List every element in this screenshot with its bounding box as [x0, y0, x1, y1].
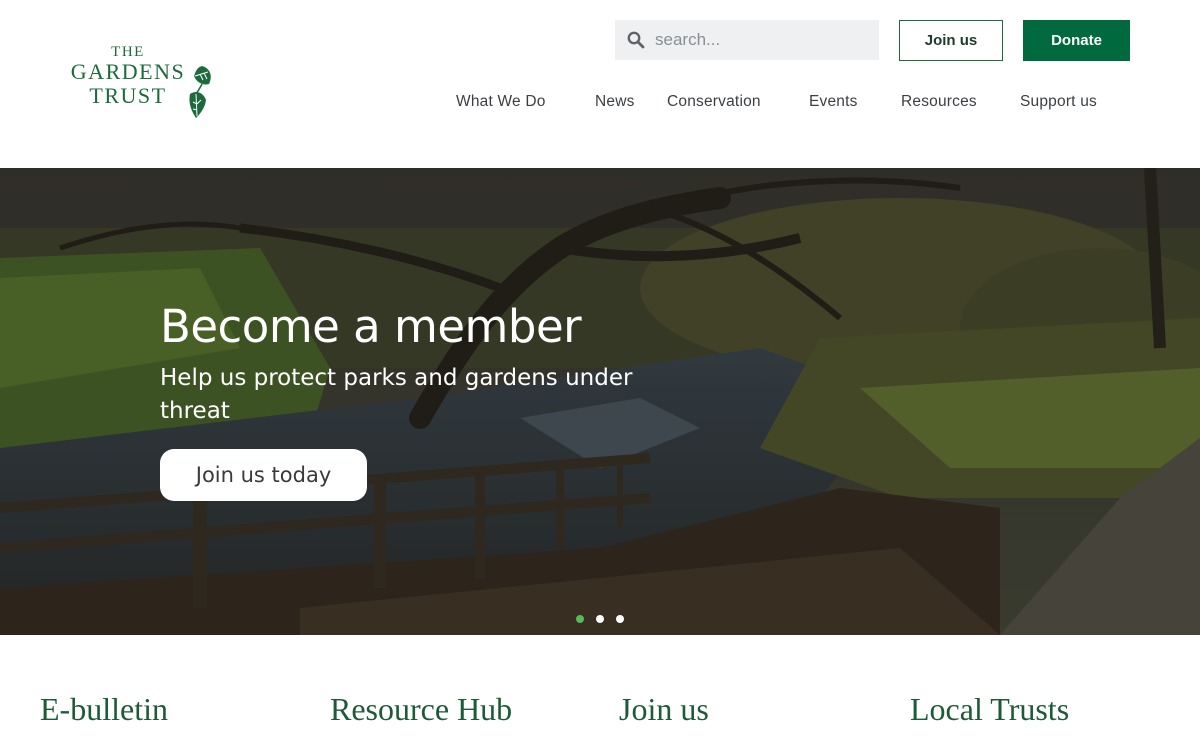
donate-button[interactable]: Donate	[1023, 20, 1130, 61]
logo-line-1: THE	[111, 44, 145, 60]
main-nav: What We Do News Conservation Events Reso…	[0, 93, 1200, 115]
nav-item-what-we-do[interactable]: What We Do	[456, 93, 546, 111]
slider-dot-2[interactable]	[596, 615, 604, 623]
join-us-today-button[interactable]: Join us today	[160, 449, 367, 501]
search-icon[interactable]	[627, 31, 645, 49]
card-title-local-trusts[interactable]: Local Trusts	[910, 691, 1069, 728]
search-box[interactable]	[615, 20, 879, 60]
nav-item-support-us[interactable]: Support us	[1020, 93, 1097, 111]
card-title-e-bulletin[interactable]: E-bulletin	[40, 691, 168, 728]
logo-line-2: GARDENS	[70, 59, 186, 84]
site-header: THE GARDENS TRUST Join us Donate What We…	[0, 0, 1200, 168]
feature-links: E-bulletin Resource Hub Join us Local Tr…	[0, 635, 1200, 740]
hero-slider: Become a member Help us protect parks an…	[0, 168, 1200, 635]
hero-title: Become a member	[160, 300, 582, 353]
slider-dot-1[interactable]	[576, 615, 584, 623]
search-input[interactable]	[655, 20, 875, 60]
join-us-button[interactable]: Join us	[899, 20, 1003, 61]
nav-item-news[interactable]: News	[595, 93, 635, 111]
hero-subtitle: Help us protect parks and gardens under …	[160, 365, 633, 424]
card-title-resource-hub[interactable]: Resource Hub	[330, 691, 512, 728]
card-title-join-us[interactable]: Join us	[619, 691, 709, 728]
nav-item-conservation[interactable]: Conservation	[667, 93, 761, 111]
nav-item-resources[interactable]: Resources	[901, 93, 977, 111]
slider-dot-3[interactable]	[616, 615, 624, 623]
nav-item-events[interactable]: Events	[809, 93, 858, 111]
